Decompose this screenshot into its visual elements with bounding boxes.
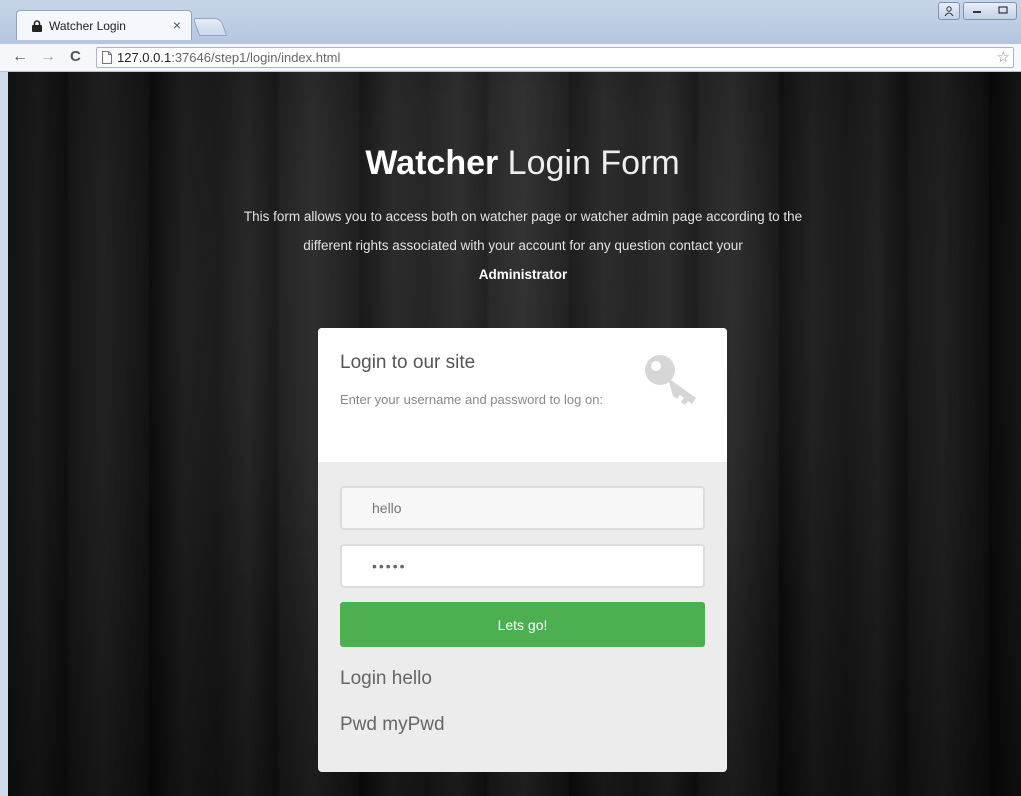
administrator-text: Administrator [478, 267, 568, 282]
new-tab-button[interactable] [192, 18, 228, 36]
back-button[interactable]: ← [12, 48, 28, 66]
browser-tabstrip: Watcher Login × [0, 0, 1021, 44]
login-card-header: Login to our site Enter your username an… [318, 328, 727, 462]
minimize-icon[interactable] [972, 5, 982, 17]
reload-button[interactable]: C [70, 48, 81, 66]
tab-title: Watcher Login [49, 19, 126, 33]
tab-close-button[interactable]: × [173, 17, 181, 33]
page-viewport: Watcher Login Form This form allows you … [8, 72, 1021, 796]
browser-toolbar: ← → C 127.0.0.1:37646/step1/login/index.… [0, 44, 1021, 72]
address-bar[interactable]: 127.0.0.1:37646/step1/login/index.html ☆ [96, 47, 1014, 68]
forward-button[interactable]: → [40, 48, 56, 66]
browser-tab[interactable]: Watcher Login × [16, 10, 192, 40]
page-icon [102, 51, 112, 64]
page-description: This form allows you to access both on w… [238, 202, 808, 289]
url-host: 127.0.0.1 [117, 50, 172, 65]
login-info-text: Login hello [340, 668, 432, 689]
profile-icon[interactable] [938, 2, 960, 20]
login-card-title: Login to our site [340, 352, 476, 373]
lock-icon [32, 20, 42, 32]
password-info-text: Pwd myPwd [340, 714, 445, 735]
window-controls [938, 2, 1017, 20]
bookmark-star-icon[interactable]: ☆ [997, 48, 1010, 66]
url-text[interactable]: 127.0.0.1:37646/step1/login/index.html [117, 50, 340, 65]
window-buttons[interactable] [963, 2, 1017, 20]
username-input[interactable] [340, 486, 705, 530]
description-text: This form allows you to access both on w… [243, 209, 803, 253]
password-input[interactable] [340, 544, 705, 588]
url-path: :37646/step1/login/index.html [171, 50, 341, 65]
login-card: Login to our site Enter your username an… [318, 328, 727, 772]
page-title-bold: Watcher [365, 144, 499, 182]
key-icon [645, 355, 696, 405]
page-title: Watcher Login Form [8, 144, 1021, 183]
login-submit-button[interactable]: Lets go! [340, 602, 705, 647]
login-card-subtitle: Enter your username and password to log … [340, 392, 604, 407]
page-title-light: Login Form [498, 144, 680, 182]
maximize-icon[interactable] [998, 5, 1008, 17]
